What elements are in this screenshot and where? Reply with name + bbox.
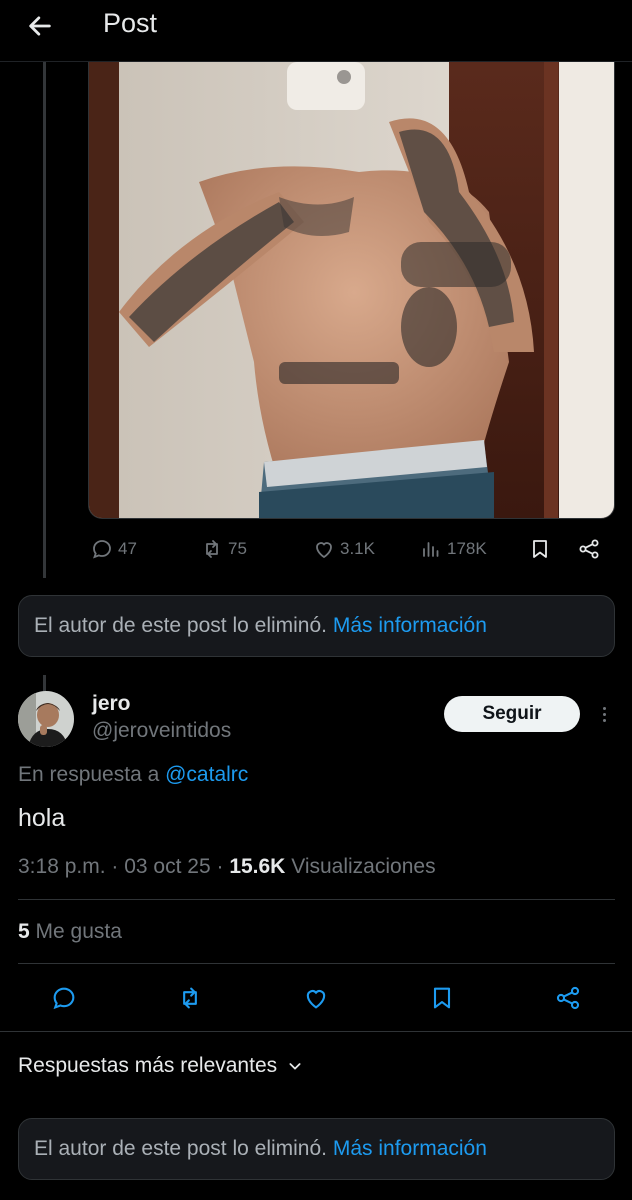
likes-count: 5 [18, 920, 30, 943]
share-button[interactable] [577, 533, 601, 565]
deleted-post-notice: El autor de este post lo eliminó. Más in… [18, 1118, 615, 1180]
share-icon [579, 539, 599, 559]
chevron-down-icon [289, 1063, 301, 1070]
likes-label: Me gusta [35, 920, 122, 943]
views-label: Visualizaciones [291, 855, 436, 878]
bookmark-button[interactable] [424, 980, 460, 1016]
follow-button[interactable]: Seguir [444, 696, 580, 732]
reply-prefix: En respuesta a [18, 763, 160, 786]
post-image[interactable] [88, 62, 615, 519]
repost-count: 75 [228, 539, 247, 558]
like-button[interactable] [298, 980, 334, 1016]
user-handle[interactable]: @jeroveintidos [92, 719, 231, 743]
analytics-icon [423, 542, 439, 557]
bookmark-icon [433, 987, 451, 1009]
views-count: 178K [447, 539, 487, 558]
sort-label: Respuestas más relevantes [18, 1054, 278, 1077]
thread-connector-line [43, 62, 46, 578]
views-button[interactable]: 178K [419, 533, 487, 565]
heart-icon [306, 990, 326, 1009]
reply-mention-link[interactable]: @catalrc [165, 763, 248, 786]
reply-count: 47 [118, 539, 137, 558]
comment-icon [93, 540, 111, 559]
post-metadata: 3:18 p.m. · 03 oct 25 · 15.6K Visualizac… [18, 855, 436, 878]
like-button[interactable]: 3.1K [312, 533, 375, 565]
views-count-total: 15.6K [229, 855, 286, 878]
comment-icon [53, 987, 75, 1010]
bookmark-button[interactable] [528, 533, 552, 565]
deleted-notice-text: El autor de este post lo eliminó. [34, 1137, 327, 1160]
page-title: Post [103, 8, 158, 38]
reply-action-bar [0, 980, 632, 1016]
avatar[interactable] [18, 691, 74, 747]
more-info-link[interactable]: Más información [333, 614, 487, 637]
deleted-post-notice: El autor de este post lo eliminó. Más in… [18, 595, 615, 657]
share-icon [556, 986, 580, 1010]
divider [18, 963, 615, 964]
repost-button[interactable] [172, 980, 208, 1016]
like-count: 3.1K [340, 539, 375, 558]
display-name[interactable]: jero [92, 692, 131, 716]
bookmark-icon [533, 540, 547, 558]
reply-button[interactable]: 47 [90, 533, 137, 565]
repost-icon [183, 987, 197, 1009]
reply-context: En respuesta a @catalrc [18, 763, 248, 787]
repost-button[interactable]: 75 [200, 533, 247, 565]
more-options-icon[interactable] [594, 700, 614, 728]
heart-icon [316, 542, 332, 559]
post-text: hola [18, 804, 66, 832]
top-bar: Post [0, 0, 632, 62]
likes-summary[interactable]: 5 Me gusta [18, 920, 122, 944]
more-info-link[interactable]: Más información [333, 1137, 487, 1160]
reply-button[interactable] [46, 980, 82, 1016]
replies-sort-dropdown[interactable]: Respuestas más relevantes [18, 1054, 303, 1078]
repost-icon [206, 540, 218, 558]
section-divider [0, 1031, 632, 1032]
divider [18, 899, 615, 900]
back-arrow-icon[interactable] [20, 6, 60, 46]
deleted-notice-text: El autor de este post lo eliminó. [34, 614, 327, 637]
post-date[interactable]: 03 oct 25 [124, 855, 210, 878]
post-action-bar: 47 75 3.1K 178K [88, 533, 615, 565]
post-time[interactable]: 3:18 p.m. [18, 855, 106, 878]
thread-connector-line [43, 675, 46, 691]
share-button[interactable] [550, 980, 586, 1016]
